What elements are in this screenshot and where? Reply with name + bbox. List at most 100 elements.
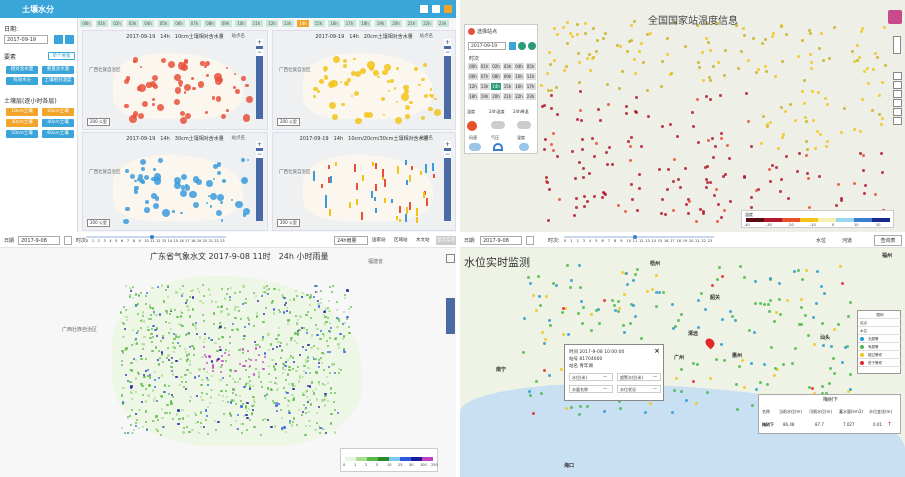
- check-regional[interactable]: 区域站: [394, 237, 408, 243]
- time-btn-19h[interactable]: 19h: [479, 93, 490, 100]
- time-btn-14h[interactable]: 14h: [491, 83, 501, 90]
- time-btn-07h[interactable]: 07h: [479, 73, 490, 80]
- zoom-control[interactable]: [893, 36, 901, 54]
- prev-icon[interactable]: [518, 42, 526, 50]
- rain-type-select[interactable]: 24h雨量: [334, 236, 368, 245]
- zoom-in-icon[interactable]: +: [256, 141, 263, 148]
- layer-btn-5[interactable]: 60cm土壤: [42, 130, 74, 138]
- map-20cm[interactable]: 2017-09-19 14h 20cm土壤相对含水量 站点名 广西壮族自治区 +…: [272, 30, 456, 130]
- check-national[interactable]: 国家站: [372, 237, 386, 243]
- time-btn-13h[interactable]: 13h: [479, 83, 490, 90]
- hour-tab-13h[interactable]: 13h: [281, 20, 294, 27]
- wind-icon[interactable]: [469, 143, 481, 151]
- layers-icon[interactable]: [446, 254, 455, 263]
- layer-label-1[interactable]: 24h温度: [489, 109, 505, 115]
- time-btn-22h[interactable]: 22h: [514, 93, 524, 100]
- hour-tab-06h[interactable]: 06h: [173, 20, 185, 27]
- tr-date-input[interactable]: 2017-09-19: [468, 42, 506, 50]
- time-btn-16h[interactable]: 16h: [514, 83, 524, 90]
- zoom-out-icon[interactable]: −: [444, 151, 451, 158]
- time-btn-00h[interactable]: 00h: [468, 63, 478, 70]
- thermometer-icon[interactable]: [467, 121, 477, 131]
- tool-icon-3[interactable]: [893, 90, 902, 98]
- refresh-icon[interactable]: [65, 35, 74, 44]
- tool-icon-2[interactable]: [893, 81, 902, 89]
- hour-tab-15h[interactable]: 15h: [312, 20, 325, 27]
- hour-tab-14h[interactable]: 14h: [297, 20, 309, 27]
- zoom-bar[interactable]: + −: [256, 39, 263, 119]
- window-icon[interactable]: [420, 5, 428, 13]
- hour-tab-00h[interactable]: 00h: [80, 20, 92, 27]
- hour-tab-09h[interactable]: 09h: [219, 20, 232, 27]
- time-btn-08h[interactable]: 08h: [491, 73, 501, 80]
- hour-tab-01h[interactable]: 01h: [95, 20, 108, 27]
- layer-label-4[interactable]: 气压: [491, 135, 499, 141]
- zoom-in-icon[interactable]: +: [444, 39, 451, 46]
- time-btn-12h[interactable]: 12h: [468, 83, 478, 90]
- hour-tab-07h[interactable]: 07h: [188, 20, 201, 27]
- check-hydro[interactable]: 水文站: [416, 237, 430, 243]
- hour-tab-05h[interactable]: 05h: [157, 20, 170, 27]
- time-btn-09h[interactable]: 09h: [502, 73, 513, 80]
- rain-date-input[interactable]: 2017-9-08: [18, 236, 60, 245]
- collapse-icon[interactable]: [444, 5, 452, 13]
- zoom-out-icon[interactable]: −: [256, 49, 263, 56]
- next-icon[interactable]: [528, 42, 536, 50]
- time-btn-03h[interactable]: 03h: [502, 63, 513, 70]
- elem-btn-3[interactable]: 土壤相对湿度: [42, 77, 74, 85]
- station-link[interactable]: 站点名: [420, 135, 434, 141]
- chart-logo-icon[interactable]: [888, 10, 902, 24]
- map-combined[interactable]: 2017-09-19 14h 10cm/20cm/30cm土壤相对含水量 站点名…: [272, 132, 456, 231]
- hour-tab-17h[interactable]: 17h: [343, 20, 356, 27]
- calendar-icon[interactable]: [526, 236, 534, 245]
- zoom-bar[interactable]: + −: [256, 141, 263, 221]
- tool-icon-1[interactable]: [893, 72, 902, 80]
- hour-tab-12h[interactable]: 12h: [266, 20, 278, 27]
- gauge-icon[interactable]: [493, 143, 503, 151]
- time-btn-02h[interactable]: 02h: [491, 63, 501, 70]
- time-btn-20h[interactable]: 20h: [491, 93, 501, 100]
- elem-btn-2[interactable]: 有效水分: [6, 77, 38, 85]
- humidity-icon[interactable]: [519, 143, 529, 151]
- time-btn-17h[interactable]: 17h: [525, 83, 536, 90]
- hour-tab-04h[interactable]: 04h: [142, 20, 154, 27]
- time-btn-15h[interactable]: 15h: [502, 83, 513, 90]
- time-btn-11h[interactable]: 11h: [525, 73, 536, 80]
- time-btn-21h[interactable]: 21h: [502, 93, 513, 100]
- hour-tab-03h[interactable]: 03h: [126, 20, 139, 27]
- station-link[interactable]: 站点名: [420, 33, 434, 39]
- hour-tab-08h[interactable]: 08h: [204, 20, 216, 27]
- hour-tab-18h[interactable]: 18h: [359, 20, 371, 27]
- calendar-icon[interactable]: [54, 35, 63, 44]
- layer-label-3[interactable]: 风速: [469, 135, 477, 141]
- layer-btn-4[interactable]: 50cm土壤: [6, 130, 38, 138]
- tool-icon-4[interactable]: [893, 99, 902, 107]
- hour-tab-10h[interactable]: 10h: [235, 20, 247, 27]
- check-water-level[interactable]: 水位: [816, 237, 826, 244]
- hour-tab-20h[interactable]: 20h: [390, 20, 402, 27]
- hour-tab-02h[interactable]: 02h: [111, 20, 123, 27]
- zoom-out-icon[interactable]: −: [256, 151, 263, 158]
- layer-label-5[interactable]: 湿度: [517, 135, 525, 141]
- time-btn-01h[interactable]: 01h: [479, 63, 490, 70]
- hour-tab-11h[interactable]: 11h: [250, 20, 263, 27]
- tool-icon-6[interactable]: [893, 117, 902, 125]
- map-10cm[interactable]: 2017-09-19 14h 10cm土壤相对含水量 站点名 广西壮族自治区 +…: [82, 30, 268, 130]
- cloud-down-icon[interactable]: [517, 121, 531, 129]
- elem-btn-1[interactable]: 重量含水量: [42, 66, 74, 74]
- tool-icon-5[interactable]: [893, 108, 902, 116]
- date-input[interactable]: 2017-09-19: [4, 35, 48, 44]
- single-element-toggle[interactable]: 单个要素: [48, 52, 75, 60]
- zoom-in-icon[interactable]: +: [256, 39, 263, 46]
- layer-label-0[interactable]: 温度: [467, 109, 475, 115]
- station-link[interactable]: 站点名: [232, 135, 246, 141]
- elem-btn-0[interactable]: 相对含水量: [6, 66, 38, 74]
- query-button[interactable]: 查询表: [874, 235, 902, 246]
- time-btn-23h[interactable]: 23h: [525, 93, 536, 100]
- calendar-icon[interactable]: [509, 42, 516, 50]
- check-river[interactable]: 河道: [842, 237, 852, 244]
- zoom-bar[interactable]: + −: [444, 141, 451, 221]
- close-icon[interactable]: ×: [654, 347, 660, 355]
- time-btn-18h[interactable]: 18h: [468, 93, 478, 100]
- time-btn-05h[interactable]: 05h: [525, 63, 536, 70]
